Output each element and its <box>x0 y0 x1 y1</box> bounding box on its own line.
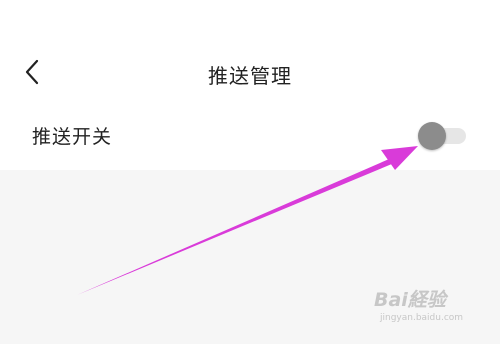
watermark: Bai経验 jingyan.baidu.com <box>374 285 494 333</box>
header-bar: 推送管理 <box>0 48 500 100</box>
setting-label: 推送开关 <box>32 126 113 148</box>
page-title: 推送管理 <box>208 64 292 88</box>
watermark-logo: Bai経验 <box>374 289 446 311</box>
status-bar-area <box>0 0 500 40</box>
watermark-url: jingyan.baidu.com <box>380 313 464 323</box>
toggle-knob <box>418 122 446 150</box>
push-management-screen: 推送管理 推送开关 Bai経验 jingyan.baidu.com <box>0 0 500 344</box>
push-toggle-switch[interactable] <box>414 122 466 150</box>
